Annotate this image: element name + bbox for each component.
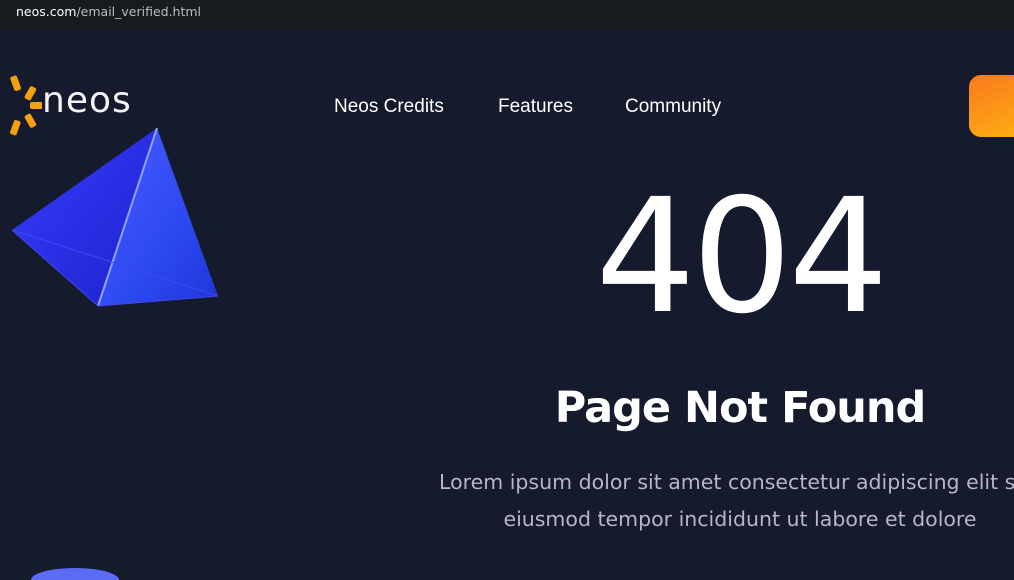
- url-text[interactable]: neos.com/email_verified.html: [16, 4, 201, 19]
- browser-address-bar[interactable]: neos.com/email_verified.html: [0, 0, 1014, 30]
- nav-item-features[interactable]: Features: [498, 96, 573, 118]
- nav-item-community[interactable]: Community: [625, 96, 721, 118]
- blue-sphere-icon: [31, 568, 119, 580]
- description: Lorem ipsum dolor sit amet consectetur a…: [424, 464, 1014, 538]
- nav-item-neos-credits[interactable]: Neos Credits: [334, 96, 444, 118]
- description-line-2: eiusmod tempor incididunt ut labore et d…: [503, 507, 977, 531]
- error-code: 404: [595, 165, 889, 349]
- blue-pyramid-icon: [11, 127, 219, 307]
- brand-name[interactable]: neos: [42, 80, 132, 121]
- url-host: neos.com: [16, 4, 77, 19]
- description-line-1: Lorem ipsum dolor sit amet consectetur a…: [439, 470, 1014, 494]
- url-path: /email_verified.html: [76, 4, 202, 19]
- page-title: Page Not Found: [554, 383, 927, 433]
- cta-button[interactable]: [969, 75, 1014, 137]
